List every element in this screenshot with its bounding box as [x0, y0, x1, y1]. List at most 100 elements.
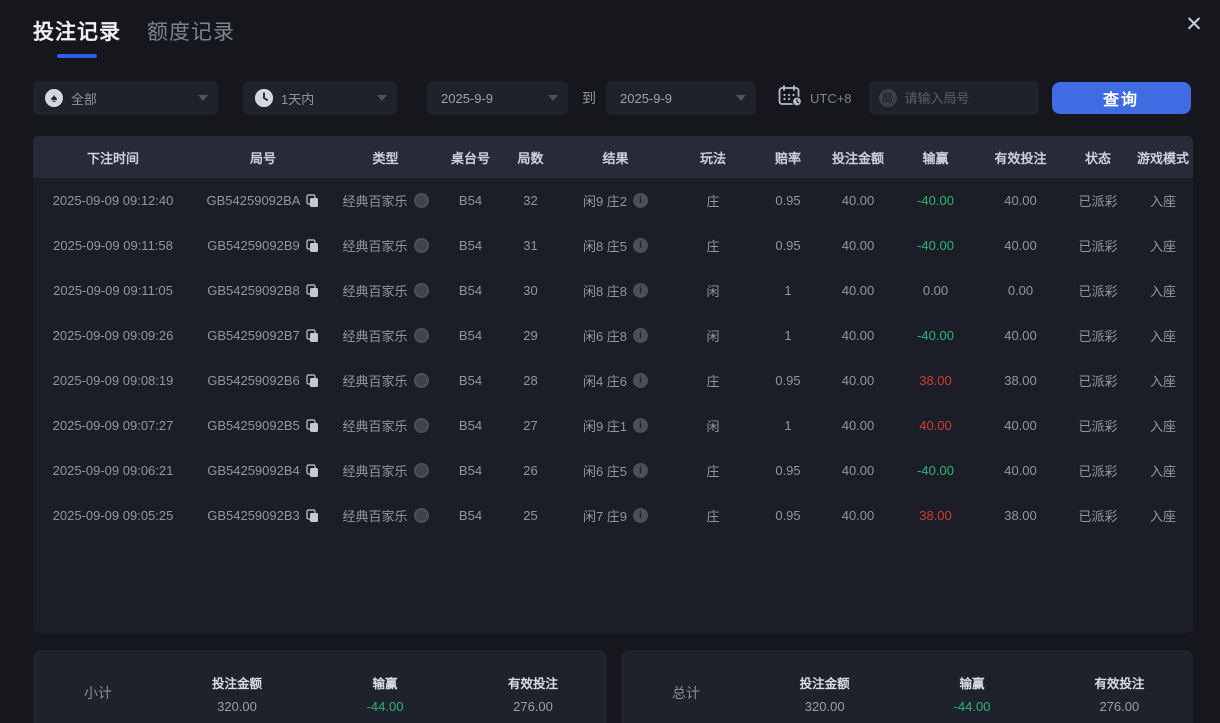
- status: 已派彩: [1078, 464, 1118, 479]
- copy-icon[interactable]: [306, 373, 319, 388]
- copy-icon[interactable]: [306, 463, 319, 478]
- round-search-field[interactable]: 局: [868, 81, 1039, 115]
- bet-time: 2025-09-09 09:07:27: [52, 418, 174, 433]
- total-win-loss: 输赢 -44.00: [953, 676, 991, 714]
- column-header: 投注金额: [831, 150, 884, 166]
- category-dropdown[interactable]: ♠ 全部: [33, 81, 218, 115]
- tab-betting-records[interactable]: 投注记录: [33, 16, 121, 58]
- valid-bet: 40.00: [1004, 418, 1037, 433]
- info-icon[interactable]: i: [633, 283, 649, 298]
- table-number: B54: [458, 373, 483, 388]
- table-row[interactable]: 2025-09-09 09:06:21 GB54259092B4 经典百家乐 B…: [33, 448, 1193, 493]
- column-header: 结果: [602, 150, 629, 166]
- game-type-cell: 经典百家乐: [333, 416, 438, 435]
- info-icon[interactable]: i: [633, 418, 649, 433]
- game-mode: 入座: [1149, 194, 1176, 209]
- table-row[interactable]: 2025-09-09 09:12:40 GB54259092BA 经典百家乐 B…: [33, 178, 1193, 223]
- round-number: 29: [523, 328, 538, 343]
- result-cell: 闲8 庄5 i: [558, 236, 673, 255]
- game-type-cell: 经典百家乐: [333, 371, 438, 390]
- column-header: 状态: [1084, 150, 1111, 166]
- total-card: 总计 投注金额 320.00 输赢 -44.00 有效投注 276.00: [621, 650, 1193, 723]
- game-type-icon: [413, 193, 429, 208]
- table-number: B54: [458, 328, 483, 343]
- tab-quota-records[interactable]: 额度记录: [147, 16, 235, 58]
- column-header: 输赢: [922, 150, 949, 166]
- round-number: 25: [523, 508, 538, 523]
- odds: 1: [784, 418, 792, 433]
- status: 已派彩: [1078, 374, 1118, 389]
- time-range-value: 1天内: [281, 91, 315, 107]
- copy-icon[interactable]: [306, 508, 319, 523]
- win-loss: -40.00: [917, 193, 954, 208]
- close-icon[interactable]: ✕: [1180, 10, 1208, 38]
- total-label: 总计: [672, 685, 700, 701]
- status: 已派彩: [1078, 419, 1118, 434]
- copy-icon[interactable]: [306, 328, 319, 343]
- win-loss: -40.00: [917, 238, 954, 253]
- query-button[interactable]: 查询: [1051, 82, 1191, 114]
- summary-bar: 小计 投注金额 320.00 输赢 -44.00 有效投注 276.00 总计 …: [33, 650, 1193, 723]
- date-from-picker[interactable]: 2025-9-9: [427, 81, 568, 115]
- round-id-icon: 局: [878, 89, 897, 107]
- bet-amount: 40.00: [841, 508, 875, 523]
- table-number: B54: [458, 283, 483, 298]
- table-row[interactable]: 2025-09-09 09:07:27 GB54259092B5 经典百家乐 B…: [33, 403, 1193, 448]
- copy-icon[interactable]: [306, 283, 319, 298]
- round-number: 30: [523, 283, 538, 298]
- info-icon[interactable]: i: [633, 508, 649, 523]
- table-number: B54: [458, 508, 483, 523]
- round-id-cell: GB54259092BA: [193, 193, 333, 208]
- valid-bet: 38.00: [1004, 373, 1037, 388]
- status: 已派彩: [1078, 239, 1118, 254]
- date-from-value: 2025-9-9: [441, 90, 494, 106]
- table-row[interactable]: 2025-09-09 09:11:58 GB54259092B9 经典百家乐 B…: [33, 223, 1193, 268]
- total-bet-amount: 投注金额 320.00: [799, 676, 850, 714]
- column-header: 游戏模式: [1136, 150, 1189, 166]
- odds: 0.95: [775, 193, 801, 208]
- copy-icon[interactable]: [306, 418, 319, 433]
- table-row[interactable]: 2025-09-09 09:08:19 GB54259092B6 经典百家乐 B…: [33, 358, 1193, 403]
- game-type-icon: [413, 508, 429, 523]
- game-type-cell: 经典百家乐: [333, 461, 438, 480]
- copy-icon[interactable]: [306, 238, 319, 253]
- timezone-group[interactable]: UTC+8: [778, 84, 852, 112]
- bet-amount: 40.00: [841, 283, 875, 298]
- table-row[interactable]: 2025-09-09 09:11:05 GB54259092B8 经典百家乐 B…: [33, 268, 1193, 313]
- info-icon[interactable]: i: [633, 238, 649, 253]
- date-to-label: 到: [582, 90, 596, 106]
- game-type-icon: [413, 238, 429, 253]
- table-row[interactable]: 2025-09-09 09:09:26 GB54259092B7 经典百家乐 B…: [33, 313, 1193, 358]
- tab-bar: 投注记录 额度记录: [33, 16, 235, 58]
- play-type: 闲: [706, 284, 720, 299]
- bet-time: 2025-09-09 09:11:58: [53, 238, 173, 253]
- result-cell: 闲6 庄5 i: [558, 461, 673, 480]
- game-mode: 入座: [1149, 464, 1176, 479]
- info-icon[interactable]: i: [633, 328, 649, 343]
- game-type-cell: 经典百家乐: [333, 326, 438, 345]
- bet-time: 2025-09-09 09:09:26: [52, 328, 174, 343]
- date-to-picker[interactable]: 2025-9-9: [606, 81, 756, 115]
- copy-icon[interactable]: [306, 193, 319, 208]
- info-icon[interactable]: i: [633, 463, 649, 478]
- result-cell: 闲9 庄1 i: [558, 416, 673, 435]
- valid-bet: 40.00: [1004, 238, 1037, 253]
- valid-bet: 40.00: [1004, 463, 1037, 478]
- info-icon[interactable]: i: [633, 373, 649, 388]
- category-value: 全部: [71, 91, 98, 107]
- calendar-clock-icon: [778, 84, 803, 112]
- table-header-row: 下注时间 局号 类型 桌台号 局数 结果 玩法 赔率 投注金额 输赢 有效投注 状态 游戏模式: [33, 136, 1193, 178]
- subtotal-card: 小计 投注金额 320.00 输赢 -44.00 有效投注 276.00: [33, 650, 607, 723]
- active-tab-underline: [57, 54, 97, 58]
- round-id-cell: GB54259092B9: [193, 238, 333, 253]
- subtotal-label: 小计: [84, 685, 112, 701]
- valid-bet: 40.00: [1004, 328, 1037, 343]
- game-type-cell: 经典百家乐: [333, 236, 438, 255]
- info-icon[interactable]: i: [633, 193, 649, 208]
- round-id-cell: GB54259092B6: [193, 373, 333, 388]
- round-id-cell: GB54259092B3: [193, 508, 333, 523]
- round-search-input[interactable]: [904, 90, 1025, 106]
- time-range-dropdown[interactable]: 1天内: [243, 81, 397, 115]
- table-row[interactable]: 2025-09-09 09:05:25 GB54259092B3 经典百家乐 B…: [33, 493, 1193, 538]
- win-loss: -40.00: [917, 328, 954, 343]
